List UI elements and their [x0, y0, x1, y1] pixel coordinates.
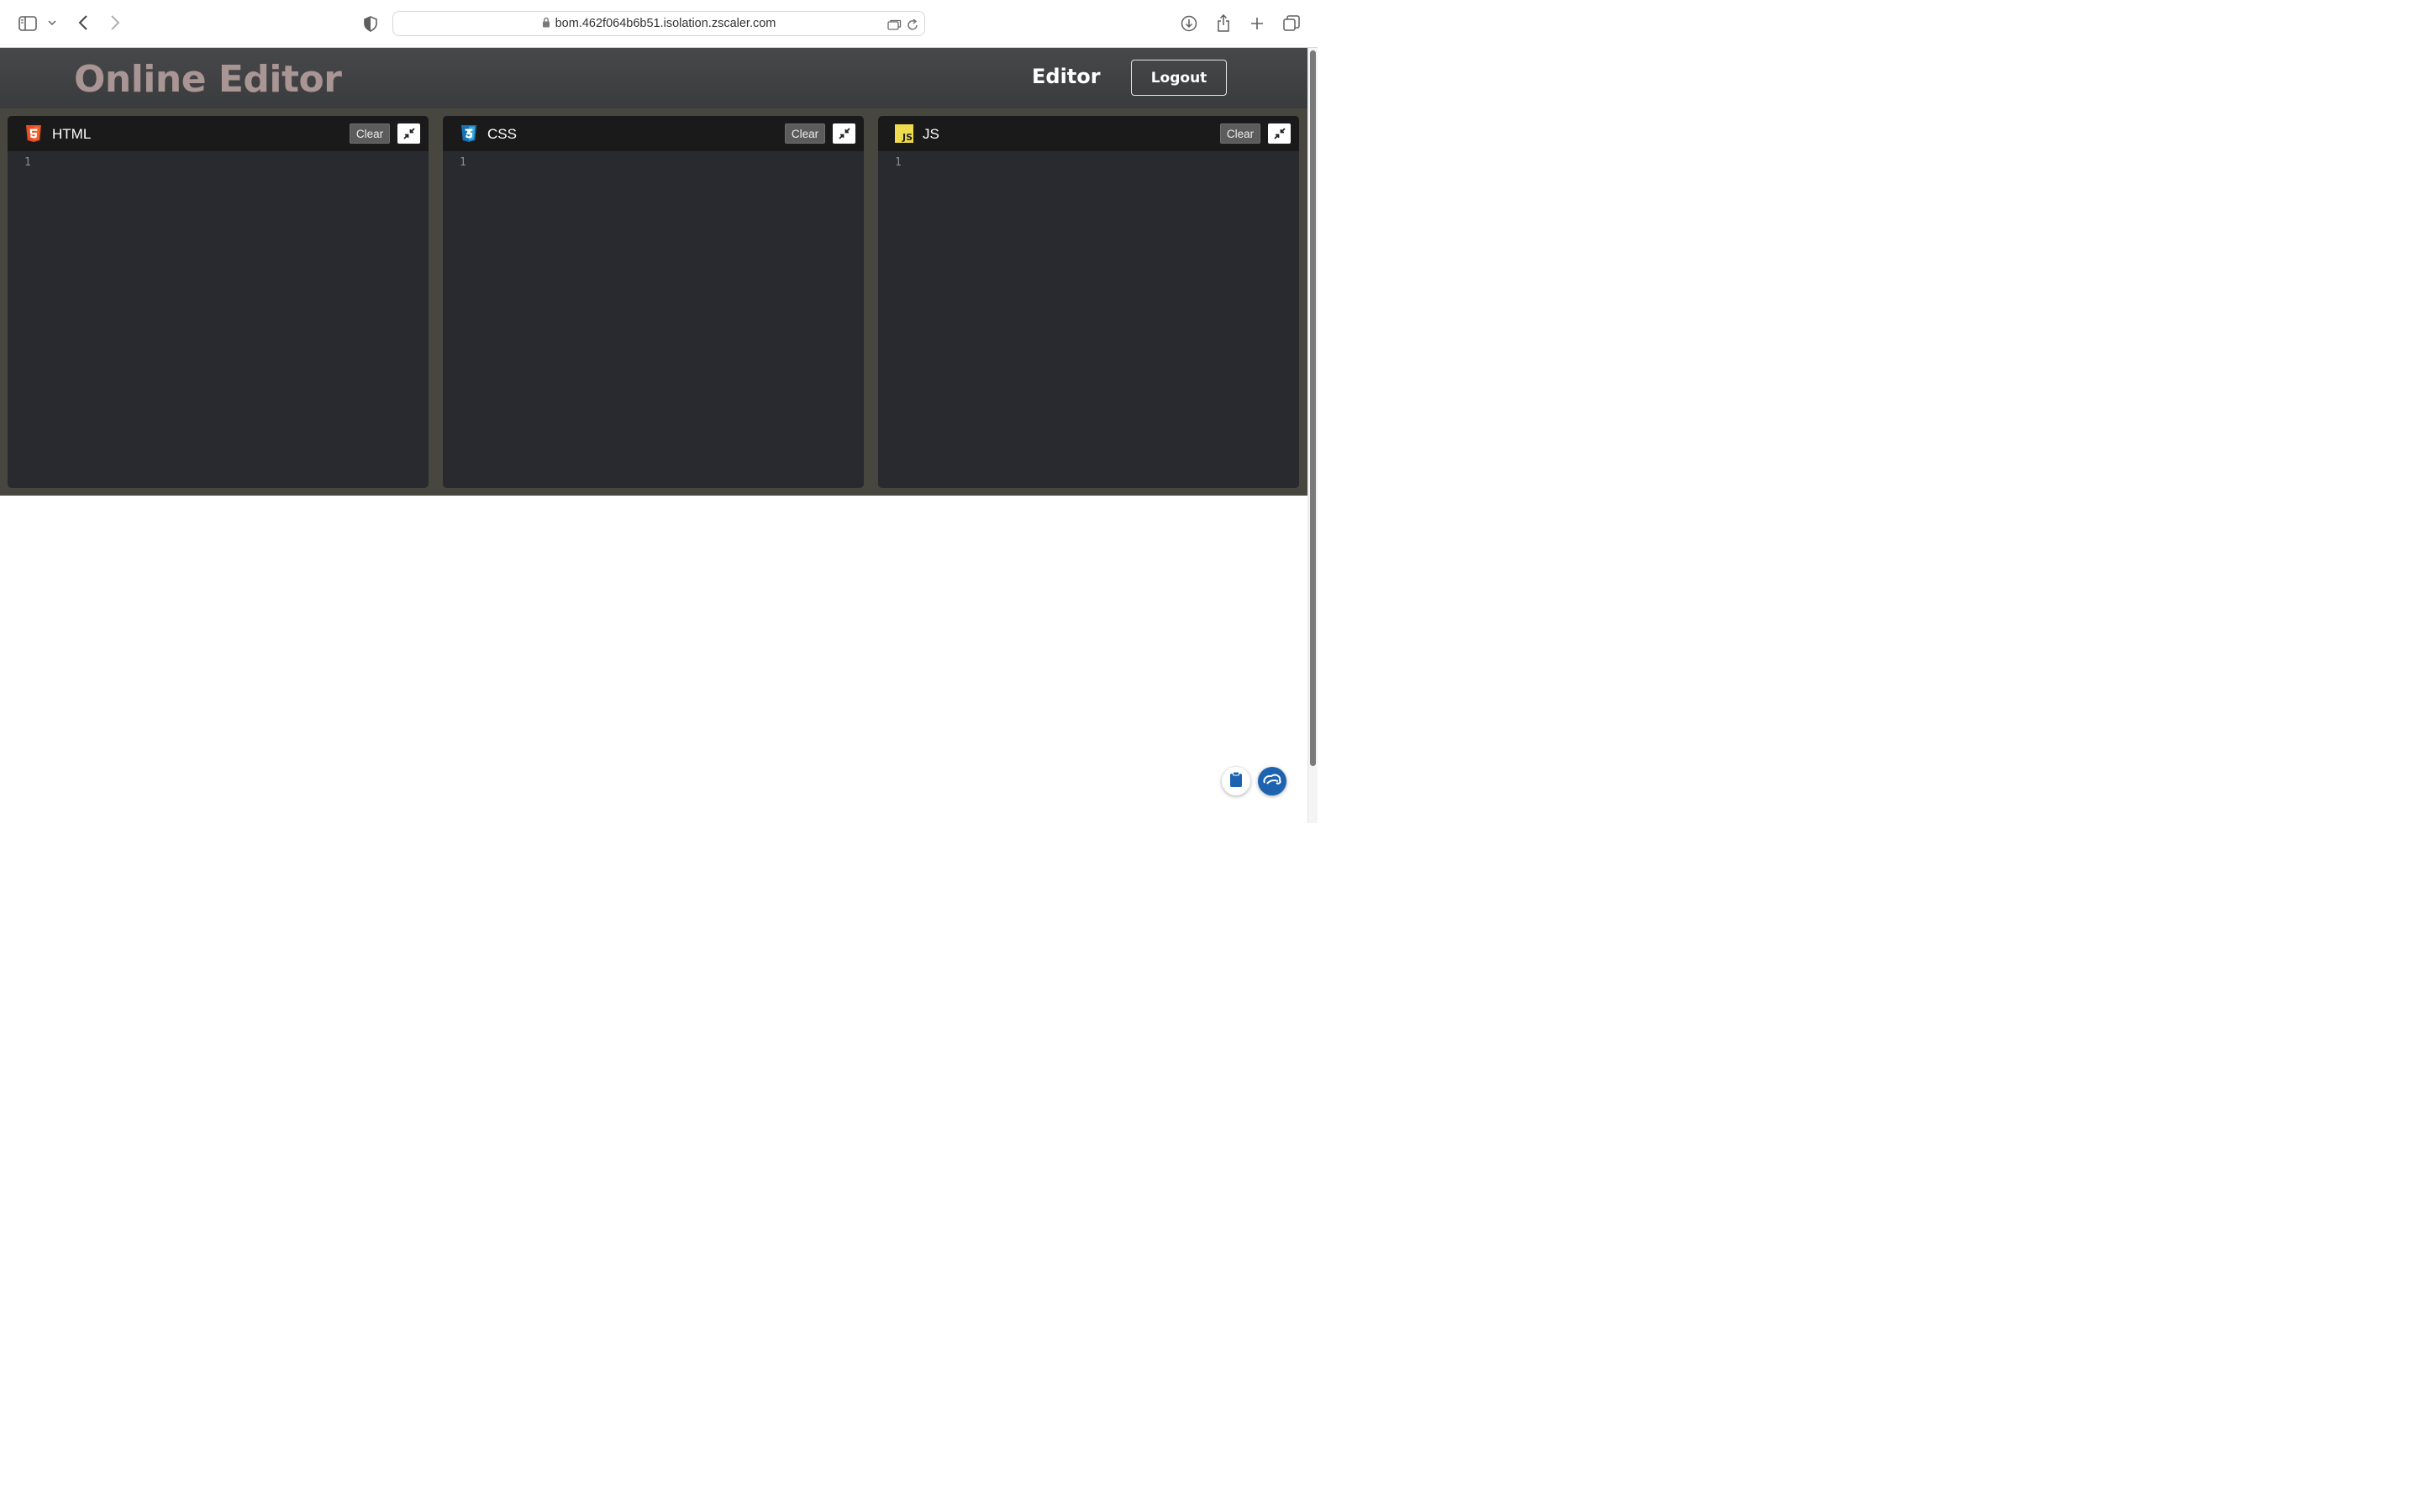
- js-icon: JS: [895, 124, 913, 143]
- lock-icon: [542, 17, 550, 31]
- new-tab-plus-icon[interactable]: [1247, 13, 1267, 34]
- logout-button[interactable]: Logout: [1131, 60, 1227, 96]
- code-textarea[interactable]: [476, 151, 864, 488]
- clear-button[interactable]: Clear: [350, 123, 390, 144]
- zscaler-cloud-icon: [1262, 773, 1282, 790]
- clipboard-icon: [1229, 771, 1243, 792]
- collapse-icon[interactable]: [833, 123, 855, 144]
- download-icon[interactable]: [1179, 13, 1199, 34]
- line-number: 1: [895, 156, 902, 169]
- collapse-icon[interactable]: [1268, 123, 1291, 144]
- pane-title: HTML: [52, 126, 92, 142]
- js-icon-text: JS: [902, 132, 913, 143]
- forward-arrow-icon[interactable]: [106, 13, 124, 32]
- pane-title: JS: [923, 126, 939, 142]
- privacy-shield-icon[interactable]: [361, 14, 380, 33]
- sidebar-toggle-icon[interactable]: [18, 14, 38, 33]
- html5-icon: [24, 124, 43, 143]
- collapse-icon[interactable]: [397, 123, 420, 144]
- tabs-overview-icon[interactable]: [1281, 13, 1302, 34]
- tab-overview-icon[interactable]: [886, 17, 902, 32]
- browser-toolbar: bom.462f064b6b51.isolation.zscaler.com: [0, 0, 1318, 48]
- html-editor-pane: HTML Clear 1: [8, 116, 429, 488]
- share-icon[interactable]: [1213, 12, 1234, 34]
- vertical-scrollbar[interactable]: [1307, 48, 1318, 823]
- editor-area: HTML Clear 1 CSS Clear 1 JS JS Clear 1: [0, 108, 1307, 496]
- pane-header: HTML Clear: [8, 116, 429, 151]
- clear-button[interactable]: Clear: [1220, 123, 1260, 144]
- url-text: bom.462f064b6b51.isolation.zscaler.com: [555, 17, 776, 30]
- nav-link-editor[interactable]: Editor: [1032, 65, 1101, 88]
- app-header: Online Editor Editor Logout: [0, 48, 1307, 108]
- css-editor-pane: CSS Clear 1: [443, 116, 864, 488]
- code-textarea[interactable]: [912, 151, 1299, 488]
- scrollbar-thumb[interactable]: [1310, 50, 1316, 766]
- line-number: 1: [24, 156, 31, 169]
- reload-icon[interactable]: [905, 17, 920, 32]
- js-editor-pane: JS JS Clear 1: [878, 116, 1299, 488]
- back-arrow-icon[interactable]: [74, 13, 92, 32]
- address-bar[interactable]: bom.462f064b6b51.isolation.zscaler.com: [392, 11, 925, 36]
- css3-icon: [460, 124, 478, 143]
- pane-header: JS JS Clear: [878, 116, 1299, 151]
- app-title: Online Editor: [74, 58, 342, 101]
- clipboard-widget-button[interactable]: [1222, 767, 1250, 795]
- code-textarea[interactable]: [41, 151, 429, 488]
- clear-button[interactable]: Clear: [785, 123, 825, 144]
- zscaler-widget-button[interactable]: [1258, 767, 1286, 795]
- pane-header: CSS Clear: [443, 116, 864, 151]
- chevron-down-icon[interactable]: [46, 17, 58, 29]
- line-number: 1: [460, 156, 466, 169]
- pane-title: CSS: [487, 126, 517, 142]
